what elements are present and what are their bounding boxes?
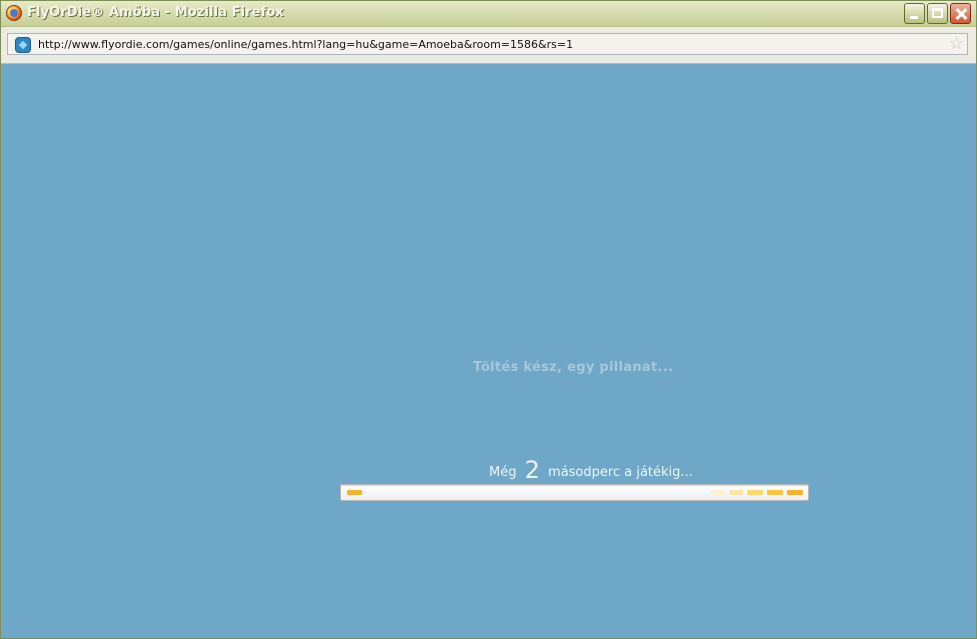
url-text[interactable]: http://www.flyordie.com/games/online/gam… (38, 38, 573, 51)
countdown-number: 2 (524, 456, 540, 484)
countdown-suffix: másodperc a játékig... (548, 465, 693, 480)
progress-segment (767, 490, 783, 495)
minimize-button[interactable] (904, 3, 925, 24)
close-button[interactable] (950, 3, 971, 24)
progress-segment (787, 490, 803, 495)
progress-segment (729, 490, 743, 495)
progress-segment (747, 490, 763, 495)
game-content-area: Töltés kész, egy pillanat... Még 2 másod… (3, 64, 974, 638)
title-bar: FlyOrDie® Amőba - Mozilla Firefox (1, 1, 976, 27)
progress-segment (347, 490, 362, 495)
countdown-prefix: Még (489, 465, 517, 480)
loading-status-text: Töltés kész, egy pillanat... (473, 360, 674, 375)
site-favicon-icon (15, 37, 31, 53)
bookmark-star-icon[interactable]: ☆ (949, 35, 964, 53)
browser-window: FlyOrDie® Amőba - Mozilla Firefox http:/… (0, 0, 977, 639)
address-bar[interactable]: http://www.flyordie.com/games/online/gam… (7, 33, 968, 55)
maximize-button[interactable] (927, 3, 948, 24)
progress-segment (711, 490, 725, 495)
loading-progress-bar (340, 484, 809, 501)
firefox-icon (6, 5, 22, 21)
window-title: FlyOrDie® Amőba - Mozilla Firefox (27, 5, 284, 20)
address-toolbar: http://www.flyordie.com/games/online/gam… (1, 27, 976, 64)
countdown-text: Még 2 másodperc a játékig... (489, 456, 693, 484)
